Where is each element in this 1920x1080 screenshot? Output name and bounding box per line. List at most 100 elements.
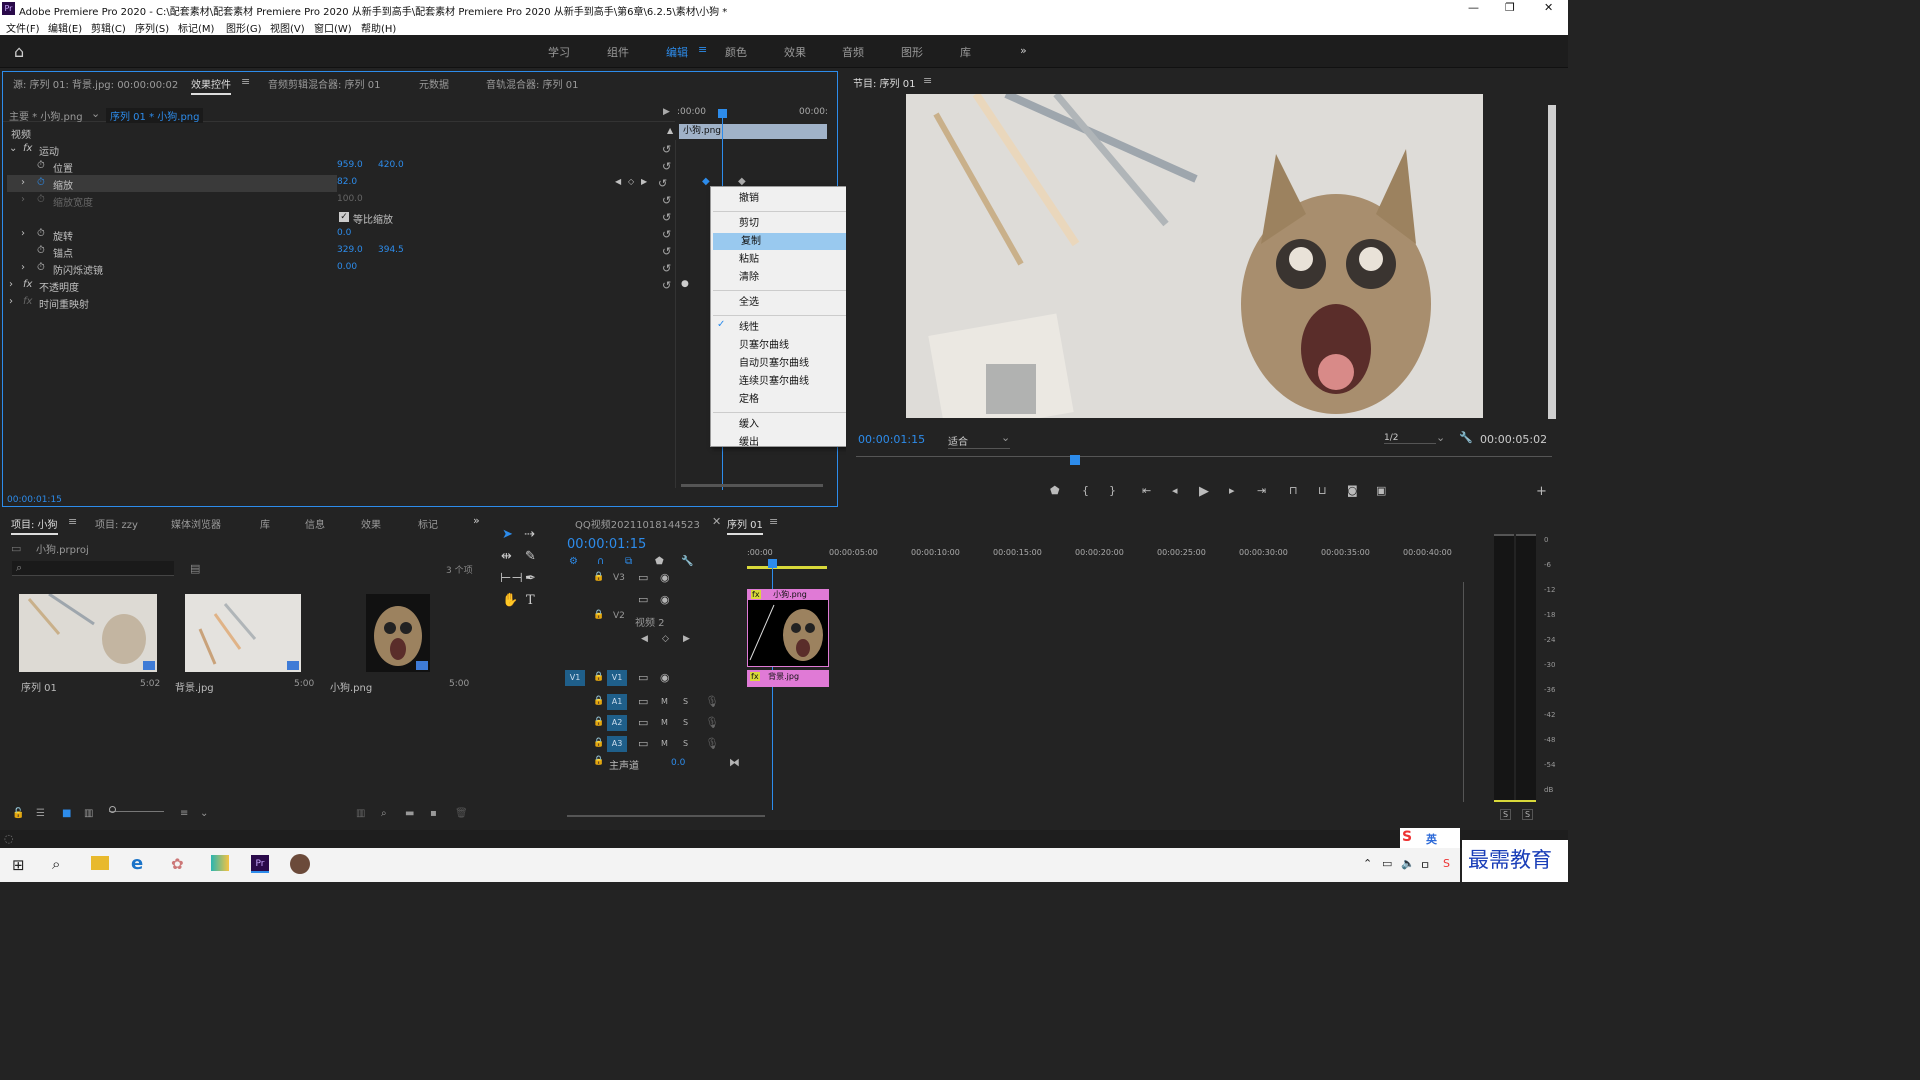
a1-target[interactable]: A1: [607, 694, 627, 710]
panel-menu-icon[interactable]: ≡: [923, 74, 932, 87]
workspace-editing[interactable]: 编辑: [666, 44, 688, 60]
lock-icon[interactable]: 🔒: [593, 610, 604, 620]
microphone-icon[interactable]: 🎙: [705, 737, 719, 750]
ime-toolbar[interactable]: S 英: [1400, 828, 1460, 848]
solo-button[interactable]: S: [683, 718, 688, 727]
timeline-ruler[interactable]: :00:00 00:00:05:00 00:00:10:00 00:00:15:00 0…: [747, 546, 1467, 568]
eye-icon[interactable]: ◉: [660, 571, 670, 584]
step-back-icon[interactable]: ◂: [1172, 484, 1178, 497]
lock-icon[interactable]: 🔒: [593, 756, 604, 766]
reset-icon[interactable]: ↺: [662, 160, 674, 173]
add-keyframe-icon[interactable]: ◇: [662, 634, 669, 644]
home-icon[interactable]: ⌂: [14, 42, 24, 61]
razor-tool-icon[interactable]: ✎: [525, 549, 536, 564]
panel-menu-icon[interactable]: ≡: [769, 515, 778, 528]
chevron-down-icon[interactable]: ⌄: [1436, 431, 1445, 444]
extract-icon[interactable]: ⊔: [1318, 484, 1327, 497]
lock-icon[interactable]: 🔒: [593, 738, 604, 748]
plus-icon[interactable]: +: [1536, 484, 1547, 499]
play-icon[interactable]: ▶: [1199, 484, 1209, 499]
workspace-libraries[interactable]: 库: [960, 44, 971, 60]
expand-arrow-icon[interactable]: ›: [21, 228, 25, 239]
reset-icon[interactable]: ↺: [658, 177, 670, 190]
menu-item[interactable]: 定格: [711, 391, 852, 408]
expand-arrow-icon[interactable]: ›: [9, 279, 13, 290]
workspace-menu-icon[interactable]: ≡: [698, 43, 707, 56]
app-icon[interactable]: [211, 855, 229, 871]
more-tabs-icon[interactable]: »: [473, 514, 480, 527]
menu-item[interactable]: 撤销: [711, 190, 852, 207]
reset-icon[interactable]: ↺: [662, 245, 674, 258]
menu-item[interactable]: 清除: [711, 269, 852, 286]
menu-item[interactable]: 连续贝塞尔曲线: [711, 373, 852, 390]
menu-edit[interactable]: 编辑(E): [48, 20, 82, 35]
timeline-timecode[interactable]: 00:00:01:15: [567, 537, 646, 552]
nest-icon[interactable]: ⚙: [569, 556, 578, 567]
tab-project-dog[interactable]: 项目: 小狗: [11, 516, 58, 535]
row-anchor[interactable]: ⏱ 锚点 329.0 394.5 ↺: [7, 243, 675, 260]
thumbnail-background[interactable]: [185, 594, 301, 672]
anchor-x-value[interactable]: 329.0: [337, 245, 363, 255]
tab-markers[interactable]: 标记: [418, 516, 438, 531]
row-motion[interactable]: ⌄ fx 运动 ↺: [7, 141, 675, 158]
film-icon[interactable]: ▭: [638, 695, 648, 708]
step-forward-icon[interactable]: ▸: [1229, 484, 1235, 497]
program-time-ruler[interactable]: [856, 456, 1552, 457]
solo-button[interactable]: S: [683, 739, 688, 748]
timeline-playhead-handle[interactable]: [768, 559, 777, 568]
new-bin-icon[interactable]: ▬: [405, 808, 414, 819]
v1-source-patch[interactable]: V1: [565, 670, 585, 686]
menu-marker[interactable]: 标记(M): [178, 20, 214, 35]
ec-playhead-handle[interactable]: [718, 109, 727, 118]
expand-arrow-icon[interactable]: ›: [21, 177, 25, 188]
menu-item[interactable]: 缓入: [711, 416, 852, 433]
sequence-clip-label[interactable]: 序列 01 * 小狗.png: [106, 108, 204, 123]
menu-item[interactable]: 复制: [713, 233, 850, 250]
menu-item[interactable]: 全选: [711, 294, 852, 311]
workspace-assembly[interactable]: 组件: [607, 44, 629, 60]
program-timecode[interactable]: 00:00:01:15: [858, 433, 925, 446]
ec-zoom-scrollbar[interactable]: [681, 484, 823, 487]
rotation-value[interactable]: 0.0: [337, 228, 351, 238]
new-item-icon[interactable]: ▪: [430, 808, 437, 819]
menu-help[interactable]: 帮助(H): [361, 20, 396, 35]
clip-v2-dog[interactable]: fx 小狗.png: [747, 589, 829, 667]
project-item[interactable]: [366, 594, 432, 674]
lock-icon[interactable]: 🔒: [593, 572, 604, 582]
expand-arrow-icon[interactable]: ⌄: [9, 143, 17, 154]
stopwatch-icon[interactable]: ⏱: [37, 262, 45, 273]
sogou-icon[interactable]: S: [1443, 857, 1450, 870]
tab-effects[interactable]: 效果: [361, 516, 381, 531]
tab-audio-clip-mixer[interactable]: 音频剪辑混合器: 序列 01: [268, 76, 380, 91]
go-to-out-icon[interactable]: ⇥: [1257, 484, 1266, 497]
menu-sequence[interactable]: 序列(S): [135, 20, 169, 35]
find-icon[interactable]: ⌕: [381, 808, 387, 819]
workspace-audio[interactable]: 音频: [842, 44, 864, 60]
close-button[interactable]: ✕: [1544, 1, 1553, 14]
reset-icon[interactable]: ↺: [662, 262, 674, 275]
mark-out-icon[interactable]: }: [1109, 484, 1116, 497]
lock-icon[interactable]: 🔒: [593, 717, 604, 727]
scale-value[interactable]: 82.0: [337, 177, 357, 187]
flicker-value[interactable]: 0.00: [337, 262, 357, 272]
stopwatch-icon[interactable]: ⏱: [37, 245, 45, 256]
row-opacity[interactable]: › fx 不透明度 ↺: [7, 277, 675, 294]
chevron-down-icon[interactable]: ⌄: [200, 808, 208, 819]
mark-in-icon[interactable]: {: [1082, 484, 1089, 497]
ime-icon[interactable]: ㅁ: [1420, 857, 1430, 873]
tab-source[interactable]: 源: 序列 01: 背景.jpg: 00:00:00:02: [13, 76, 178, 91]
add-marker-icon[interactable]: ⬟: [655, 556, 664, 567]
menu-graphics[interactable]: 图形(G): [226, 20, 262, 35]
mute-button[interactable]: M: [661, 739, 668, 748]
zoom-slider[interactable]: [109, 811, 164, 812]
a2-target[interactable]: A2: [607, 715, 627, 731]
menu-item[interactable]: 线性: [711, 319, 852, 336]
menu-item[interactable]: 自动贝塞尔曲线: [711, 355, 852, 372]
linked-selection-icon[interactable]: ⧉: [625, 556, 632, 567]
project-search-input[interactable]: ⌕: [12, 561, 174, 576]
lock-icon[interactable]: 🔒: [593, 696, 604, 706]
lift-icon[interactable]: ⊓: [1289, 484, 1298, 497]
uniform-scale-checkbox[interactable]: ✓: [339, 212, 349, 222]
row-flicker[interactable]: › ⏱ 防闪烁滤镜 0.00 ↺: [7, 260, 675, 277]
menu-item[interactable]: 缓出: [711, 434, 852, 451]
